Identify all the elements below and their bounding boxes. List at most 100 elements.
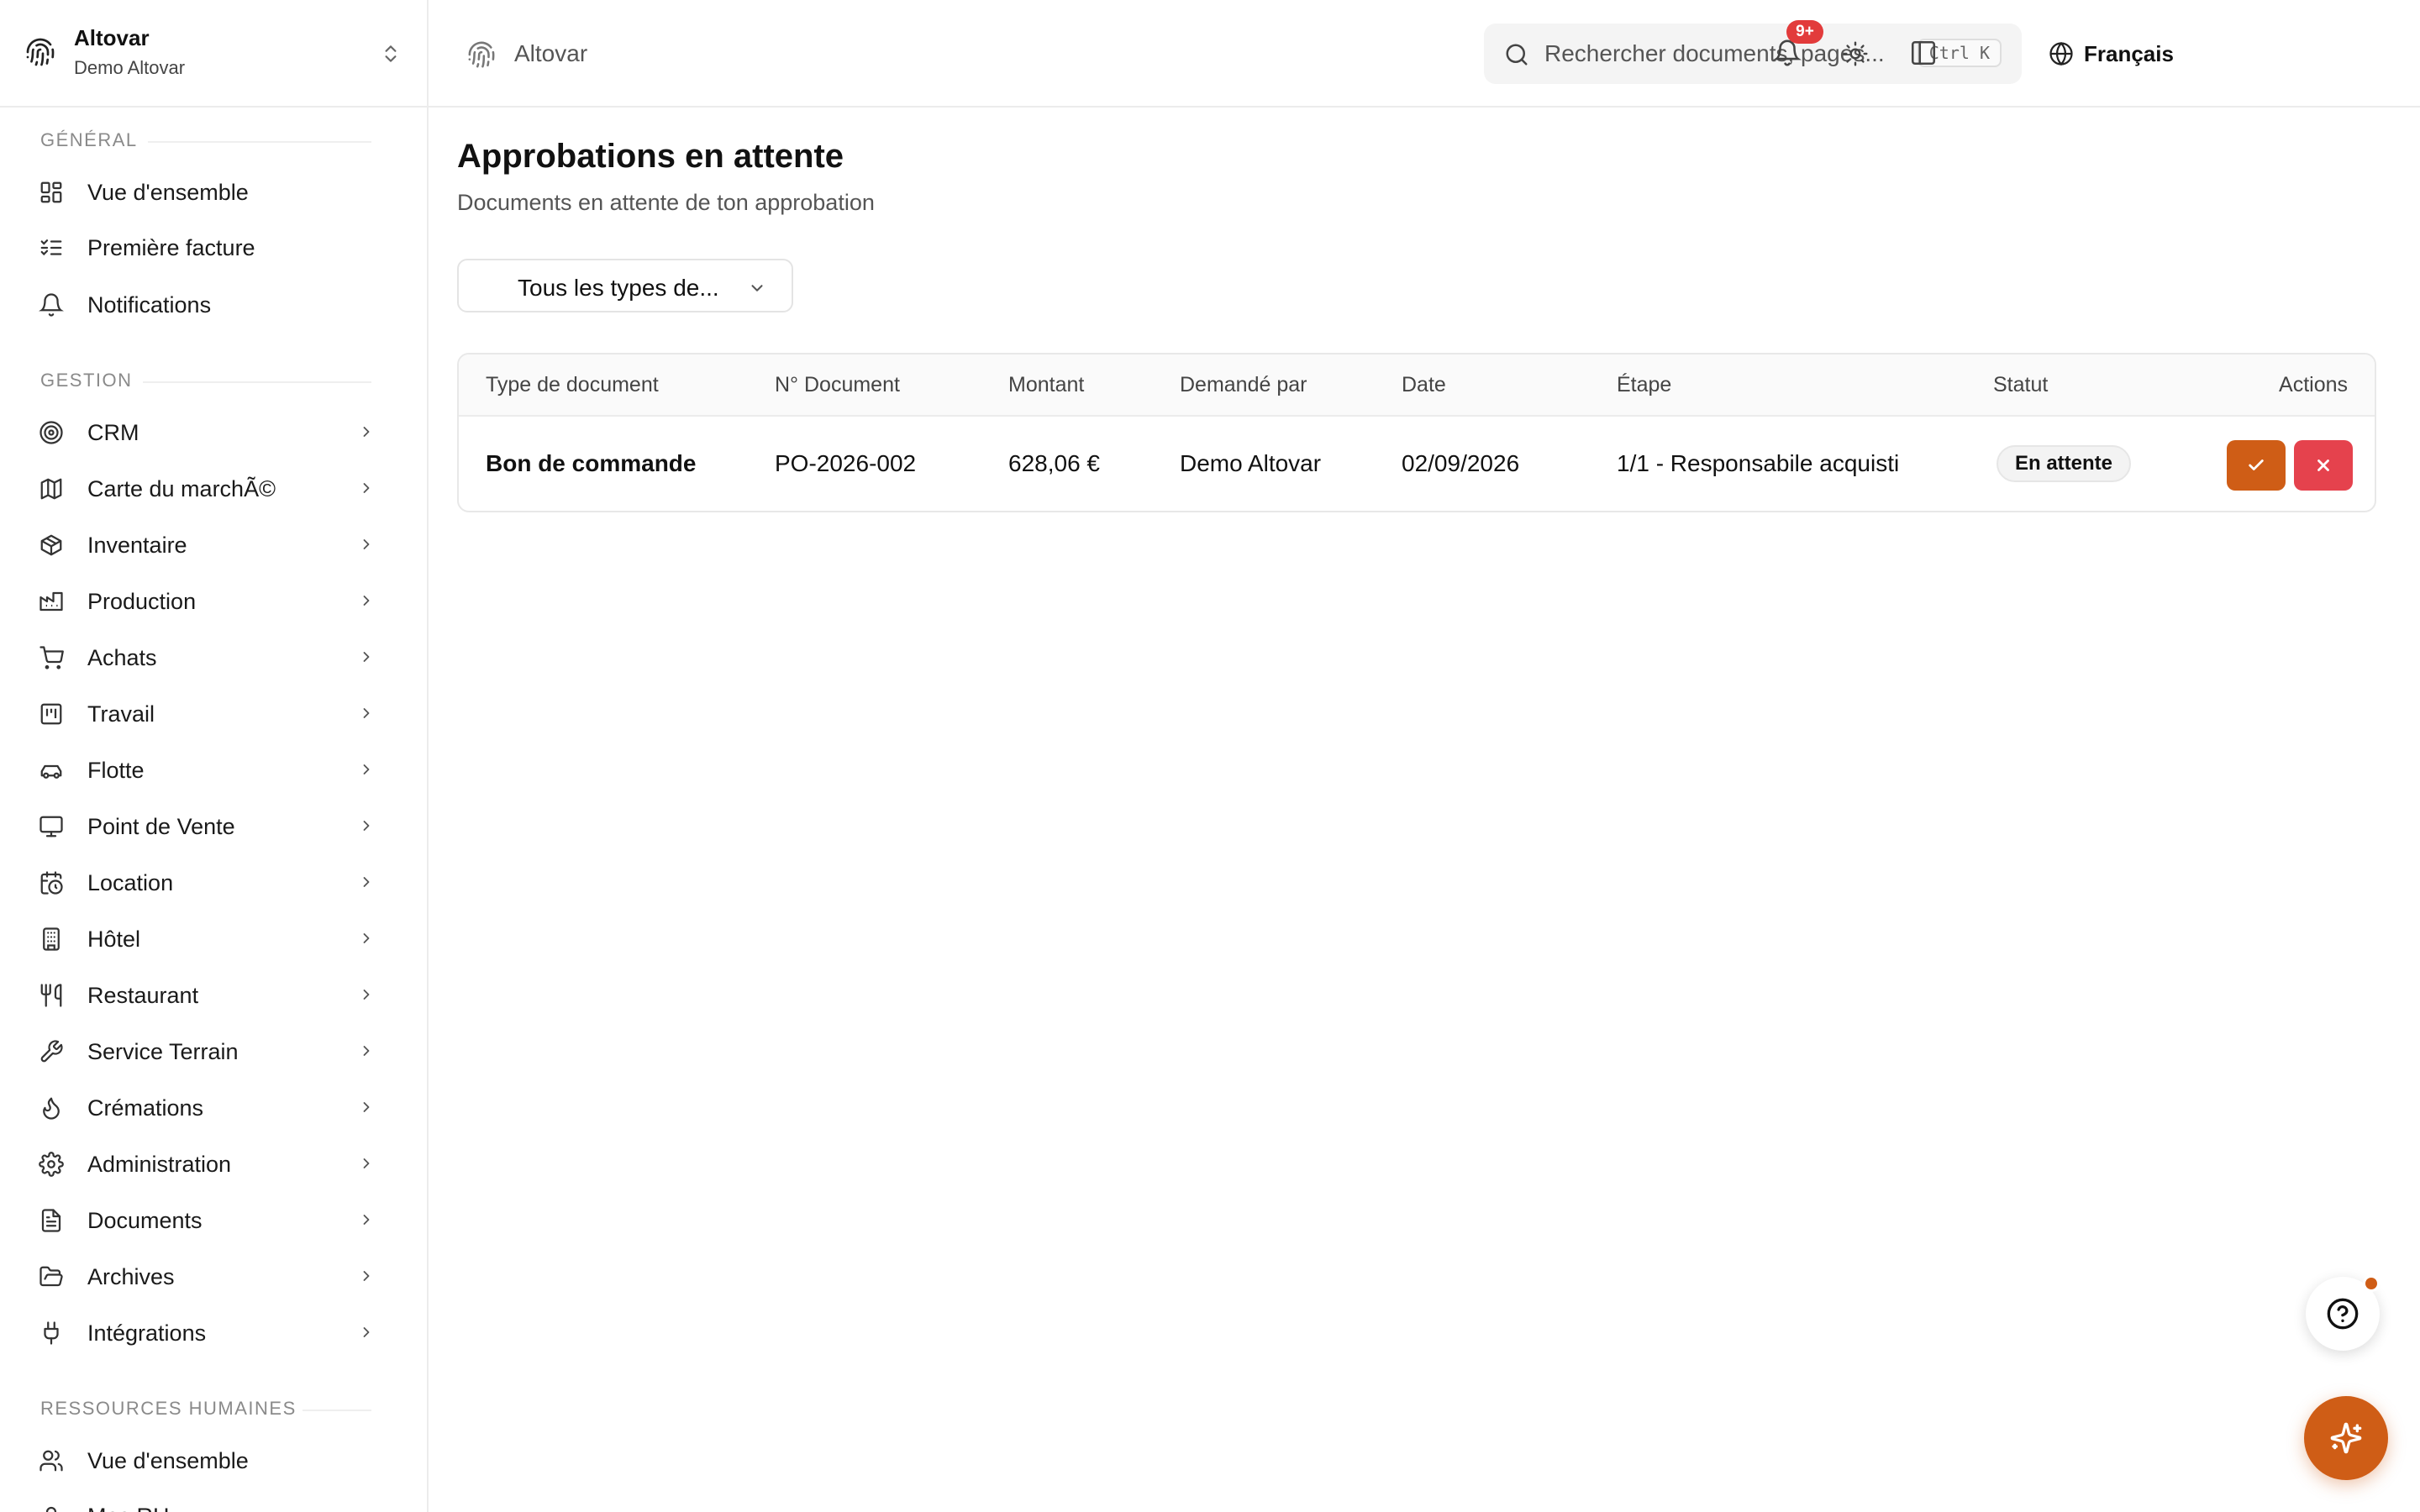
chevron-right-icon [363,427,370,437]
sidebar-item-inventory[interactable]: Inventaire [25,521,378,568]
panel-toggle-icon[interactable] [1909,39,1938,67]
kanban-icon [40,703,62,725]
language-selector[interactable]: Français [2049,34,2174,74]
chevron-right-icon [363,1102,370,1112]
sidebar-item-fleet[interactable]: Flotte [25,746,378,793]
column-header: Statut [1993,373,2049,396]
check-icon [2249,459,2264,470]
org-switcher[interactable]: Altovar Demo Altovar [0,0,427,108]
sidebar-item-label: Vue d'ensemble [87,180,249,205]
column-header: Demandé par [1180,373,1307,396]
users-icon [39,1450,63,1472]
table-header: Type de document N° Document Montant Dem… [459,354,2375,417]
cell-document-type: Bon de commande [486,450,697,476]
building-icon [43,927,60,951]
breadcrumb[interactable]: Altovar [514,40,587,67]
chevron-right-icon [363,483,370,493]
search-icon [1506,44,1528,66]
sidebar-item-label: Archives [87,1264,175,1289]
close-icon [2317,459,2329,471]
sidebar-item-notifications[interactable]: Notifications [25,281,378,328]
sidebar-item-hr-overview[interactable]: Vue d'ensemble [25,1436,378,1483]
top-header: Altovar Ctrl K Français [429,0,2420,108]
dashboard-icon [40,181,62,203]
sidebar-item-label: Vue d'ensemble [87,1448,249,1473]
document-type-filter[interactable]: Tous les types de... [457,259,793,312]
sidebar-item-documents[interactable]: Documents [25,1196,378,1243]
approvals-table: Type de document N° Document Montant Dem… [457,353,2376,512]
gear-icon [39,1152,64,1177]
column-header: Date [1402,373,1446,396]
sidebar-item-first-invoice[interactable]: Première facture [25,223,378,270]
sidebar-item-point-of-sale[interactable]: Point de Vente [25,802,378,849]
sidebar-item-label: Mes RH [87,1504,170,1512]
cell-requested-by: Demo Altovar [1180,450,1322,476]
sun-icon[interactable] [1842,40,1869,67]
column-header: N° Document [775,373,900,396]
sidebar-item-my-hr[interactable]: Mes RH [25,1492,378,1512]
checklist-icon [40,239,62,256]
chevron-right-icon [363,1215,370,1225]
chevron-right-icon [363,652,370,662]
column-header: Montant [1008,373,1085,396]
ai-assistant-button[interactable] [2304,1396,2388,1480]
filter-value: Tous les types de... [518,275,719,301]
search-bar[interactable]: Ctrl K [1484,24,2022,84]
folder-open-icon [39,1266,63,1287]
sidebar-item-label: Administration [87,1152,232,1177]
user-icon [45,1506,57,1512]
flame-icon [43,1097,60,1120]
sidebar-item-hotel[interactable]: Hôtel [25,915,378,962]
sidebar-item-field-service[interactable]: Service Terrain [25,1027,378,1074]
sidebar-item-archives[interactable]: Archives [25,1252,378,1299]
notification-badge: 9+ [1786,20,1823,44]
sidebar-item-label: Première facture [87,235,255,260]
sidebar-item-label: Hôtel [87,927,141,952]
sidebar-item-overview[interactable]: Vue d'ensemble [25,168,378,215]
sidebar-item-integrations[interactable]: Intégrations [25,1309,378,1356]
status-badge: En attente [1996,445,2132,482]
sidebar-item-market-map[interactable]: Carte du marchÃ© [25,465,378,512]
cell-step: 1/1 - Responsabile acquisti [1617,450,1900,476]
approve-button[interactable] [2227,440,2286,491]
section-label-general: Général [40,129,138,150]
chevron-right-icon [363,933,370,943]
bell-icon [39,293,64,317]
sidebar-item-label: Production [87,589,197,614]
chevron-right-icon [363,764,370,774]
reject-button[interactable] [2294,440,2353,491]
section-label-gestion: Gestion [40,370,133,391]
chevron-right-icon [363,990,370,1000]
help-circle-icon [2327,1298,2359,1330]
sidebar-item-administration[interactable]: Administration [25,1140,378,1187]
sidebar-item-purchases[interactable]: Achats [25,633,378,680]
sidebar-item-work[interactable]: Travail [25,690,378,737]
org-name: Altovar [74,25,150,50]
section-label-hr: Ressources humaines [40,1398,297,1419]
sidebar-item-rental[interactable]: Location [25,858,378,906]
sidebar-item-cremations[interactable]: Crémations [25,1084,378,1131]
sidebar-item-label: Carte du marchÃ© [87,476,276,501]
sidebar-item-restaurant[interactable]: Restaurant [25,971,378,1018]
fingerprint-icon [26,38,55,66]
chevron-right-icon [363,596,370,606]
cell-date: 02/09/2026 [1402,450,1520,476]
section-divider [143,381,371,383]
globe-icon [2049,41,2073,66]
chevron-right-icon [363,1271,370,1281]
chevron-right-icon [363,1327,370,1337]
sidebar-item-crm[interactable]: CRM [25,408,378,455]
factory-icon [39,591,63,612]
map-icon [40,478,62,500]
chevrons-up-down-icon [385,45,397,62]
calendar-clock-icon [40,871,63,895]
chevron-right-icon [363,877,370,887]
sidebar-item-label: Intégrations [87,1320,207,1346]
cell-document-number: PO-2026-002 [775,450,917,476]
utensils-icon [40,984,62,1007]
language-label: Français [2084,40,2174,66]
cart-icon [39,646,64,669]
chevron-right-icon [363,1158,370,1168]
section-divider [302,1410,371,1411]
sidebar-item-production[interactable]: Production [25,577,378,624]
